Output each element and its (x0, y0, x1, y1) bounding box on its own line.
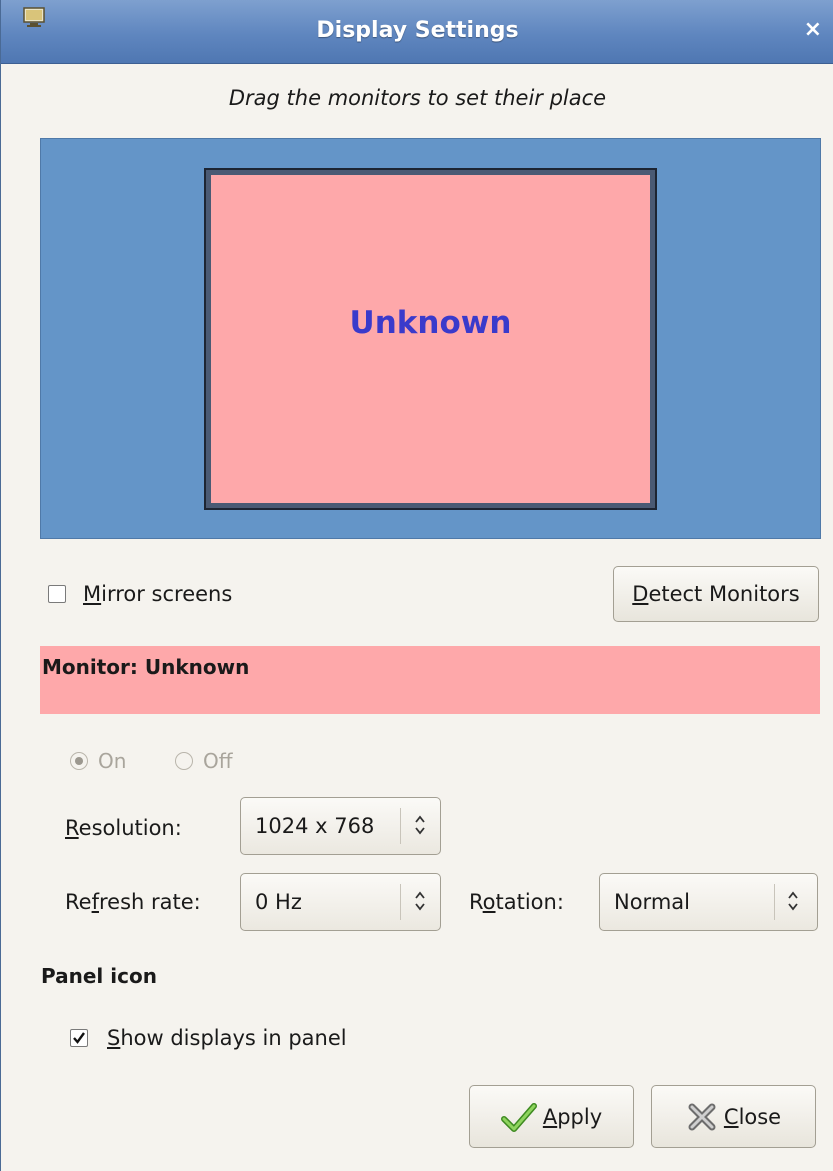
panel-icon-heading: Panel icon (41, 964, 157, 988)
close-label: Close (723, 1104, 782, 1129)
window-title: Display Settings (316, 18, 519, 43)
mirror-screens-checkbox[interactable] (48, 585, 66, 603)
close-button[interactable]: Close (651, 1085, 816, 1148)
monitor-header-bar: Monitor: Unknown (40, 646, 820, 714)
refresh-rate-label: Refresh rate: (65, 890, 201, 914)
apply-label: Apply (542, 1104, 603, 1129)
resolution-value: 1024 x 768 (255, 814, 375, 838)
combo-separator (774, 884, 775, 920)
show-displays-label[interactable]: Show displays in panel (107, 1026, 347, 1050)
mirror-screens-label[interactable]: Mirror screens (83, 582, 232, 606)
show-displays-checkbox[interactable] (70, 1029, 88, 1047)
rotation-value: Normal (614, 890, 690, 914)
refresh-rate-value: 0 Hz (255, 890, 302, 914)
combo-arrows-icon (415, 891, 425, 911)
monitor-arrangement-area[interactable]: Unknown (40, 138, 821, 539)
rotation-combo[interactable]: Normal (599, 873, 818, 931)
checkmark-icon (73, 1032, 85, 1044)
apply-button[interactable]: Apply (469, 1085, 634, 1148)
apply-check-icon (500, 1102, 537, 1132)
rotation-label: Rotation: (469, 890, 564, 914)
display-settings-window: Display Settings × Drag the monitors to … (0, 0, 833, 1171)
combo-arrows-icon (788, 891, 798, 911)
monitor-unknown[interactable]: Unknown (204, 168, 657, 510)
monitor-name-label: Unknown (349, 305, 512, 341)
power-on-radio[interactable] (70, 752, 88, 770)
combo-separator (400, 808, 401, 844)
power-off-radio[interactable] (175, 752, 193, 770)
title-bar[interactable]: Display Settings × (1, 0, 833, 64)
monitor-screen: Unknown (211, 175, 650, 503)
combo-arrows-icon (415, 815, 425, 835)
detect-monitors-label: Detect Monitors (632, 582, 800, 606)
monitor-header-text: Monitor: Unknown (42, 655, 250, 679)
detect-monitors-button[interactable]: Detect Monitors (613, 566, 819, 622)
drag-hint-text: Drag the monitors to set their place (228, 86, 607, 110)
resolution-label: Resolution: (65, 816, 182, 840)
resolution-combo[interactable]: 1024 x 768 (240, 797, 441, 855)
refresh-rate-combo[interactable]: 0 Hz (240, 873, 441, 931)
power-off-label: Off (203, 749, 233, 773)
close-window-icon[interactable]: × (804, 17, 822, 42)
combo-separator (400, 884, 401, 920)
power-on-label: On (98, 749, 127, 773)
close-x-icon (688, 1103, 716, 1130)
